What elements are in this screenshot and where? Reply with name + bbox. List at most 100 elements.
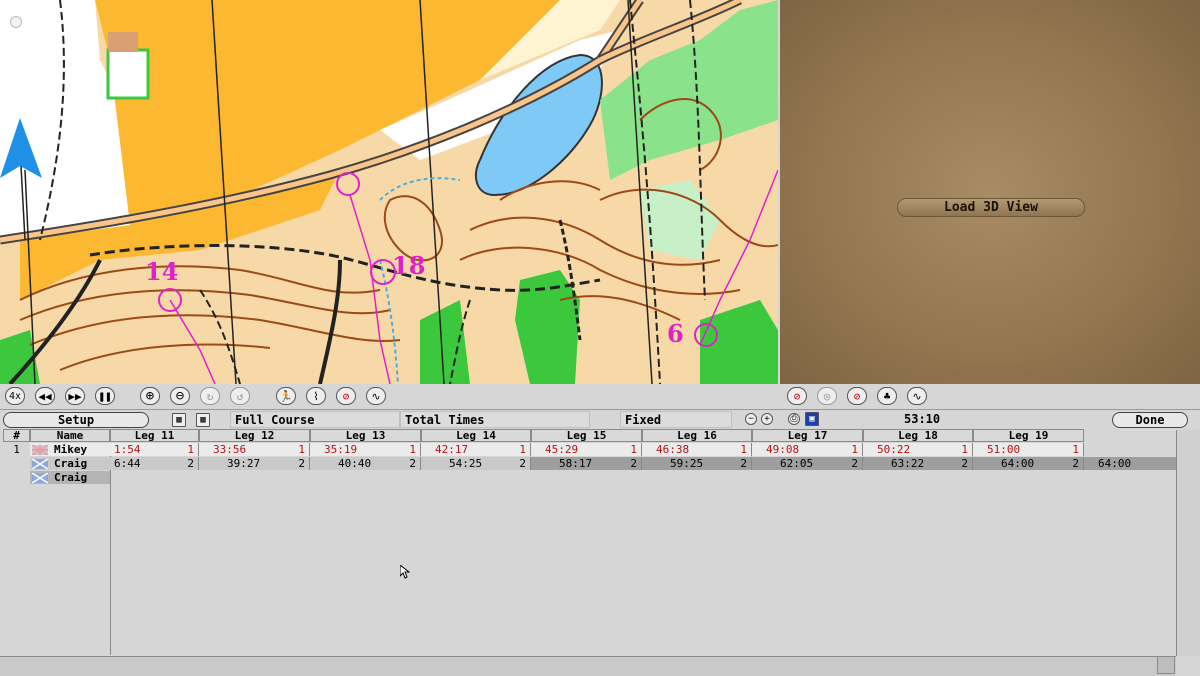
no-runner-icon[interactable]: ⊘ <box>787 387 807 405</box>
split-time: 62:05 <box>780 457 814 470</box>
split-time-cell[interactable]: 42:17 1 <box>421 443 531 456</box>
split-time: 58:17 <box>559 457 593 470</box>
setup-button[interactable]: Setup <box>3 412 149 428</box>
split-place: 1 <box>740 443 747 456</box>
split-time-cell[interactable]: 35:19 1 <box>310 443 421 456</box>
split-time-cell[interactable]: 39:27 2 <box>199 457 310 470</box>
split-time-cell[interactable]: 63:22 2 <box>863 457 973 470</box>
split-place: 1 <box>961 443 968 456</box>
split-place: 2 <box>1072 457 1079 470</box>
compass-icon[interactable] <box>10 16 22 28</box>
header-leg[interactable]: Leg 14 <box>421 429 531 442</box>
split-time-cell[interactable]: 33:56 1 <box>199 443 310 456</box>
split-time: 35:19 <box>324 443 358 456</box>
rotate-clockwise-icon[interactable]: ↻ <box>200 387 220 405</box>
no-route-icon[interactable]: ⊘ <box>847 387 867 405</box>
header-leg[interactable]: Leg 13 <box>310 429 421 442</box>
split-time-cell[interactable]: 54:25 2 <box>421 457 531 470</box>
route-icon[interactable]: ⌇ <box>306 387 326 405</box>
split-time: 42:17 <box>435 443 469 456</box>
control-label: 6 <box>667 319 684 348</box>
header-leg[interactable]: Leg 12 <box>199 429 310 442</box>
no-route-icon[interactable]: ⊘ <box>336 387 356 405</box>
finish-time: 64:00 <box>1084 457 1176 470</box>
times-selector[interactable]: Total Times <box>400 411 590 428</box>
split-place: 1 <box>1072 443 1079 456</box>
save-icon[interactable]: ▣ <box>805 412 819 426</box>
table-row[interactable]: Craig <box>30 457 110 470</box>
race-clock: 53:10 <box>904 412 941 426</box>
control-label: 18 <box>392 251 425 280</box>
grid-icon[interactable]: ▦ <box>172 413 186 427</box>
split-time: 49:08 <box>766 443 800 456</box>
split-time: 33:56 <box>213 443 247 456</box>
split-place: 1 <box>851 443 858 456</box>
competitor-name: Mikey <box>54 443 88 456</box>
speed-button[interactable]: 4x <box>5 387 25 405</box>
table-row[interactable]: Craig <box>30 471 110 484</box>
header-leg[interactable]: Leg 18 <box>863 429 973 442</box>
load-3d-view-button[interactable]: Load 3D View <box>897 198 1085 217</box>
scotland-flag-icon <box>32 473 48 483</box>
split-time-cell[interactable]: 49:08 1 <box>752 443 863 456</box>
split-time-cell[interactable]: 50:22 1 <box>863 443 973 456</box>
split-time: 40:40 <box>338 457 372 470</box>
control-label: 14 <box>145 257 178 286</box>
split-time-cell[interactable]: 51:00 1 <box>973 443 1084 456</box>
header-name[interactable]: Name <box>30 429 110 442</box>
split-time-cell[interactable]: 1:54 1 <box>110 443 199 456</box>
header-number[interactable]: # <box>3 429 30 442</box>
split-time: 45:29 <box>545 443 579 456</box>
mouse-cursor-icon <box>400 565 410 579</box>
split-time: 39:27 <box>227 457 261 470</box>
split-place: 1 <box>519 443 526 456</box>
runner-icon[interactable]: 🏃 <box>276 387 296 405</box>
scrollbar-corner <box>1157 656 1175 674</box>
pause-icon[interactable]: ❚❚ <box>95 387 115 405</box>
vertical-scrollbar[interactable] <box>1176 430 1200 656</box>
zoom-out-icon[interactable]: − <box>745 413 757 425</box>
map-toolbar <box>0 384 780 408</box>
split-time: 59:25 <box>670 457 704 470</box>
split-time: 51:00 <box>987 443 1021 456</box>
course-selector[interactable]: Full Course <box>230 411 400 428</box>
zoom-in-icon[interactable]: ⊕ <box>140 387 160 405</box>
mode-selector[interactable]: Fixed <box>620 411 732 428</box>
print-icon[interactable]: ⎙ <box>788 413 800 425</box>
orienteering-map[interactable]: 14 18 6 <box>0 0 778 384</box>
split-place: 2 <box>519 457 526 470</box>
header-leg[interactable]: Leg 16 <box>642 429 752 442</box>
header-leg[interactable]: Leg 11 <box>110 429 199 442</box>
split-time-cell[interactable]: 40:40 2 <box>310 457 421 470</box>
header-leg[interactable]: Leg 19 <box>973 429 1084 442</box>
split-time: 6:44 <box>114 457 141 470</box>
rotate-counterclockwise-icon[interactable]: ↺ <box>230 387 250 405</box>
split-time-cell[interactable]: 64:00 2 <box>973 457 1084 470</box>
zoom-out-icon[interactable]: ⊖ <box>170 387 190 405</box>
fast-forward-icon[interactable]: ▶▶ <box>65 387 85 405</box>
split-time-cell[interactable]: 46:38 1 <box>642 443 752 456</box>
split-time-cell[interactable]: 6:44 2 <box>110 457 199 470</box>
tree-icon[interactable]: ♣ <box>877 387 897 405</box>
split-time-cell[interactable]: 45:29 1 <box>531 443 642 456</box>
rewind-icon[interactable]: ◀◀ <box>35 387 55 405</box>
table-row[interactable]: Mikey <box>30 443 110 456</box>
split-place: 2 <box>187 457 194 470</box>
split-time-cell[interactable]: 62:05 2 <box>752 457 863 470</box>
competitor-name: Craig <box>54 471 88 484</box>
tail-icon[interactable]: ∿ <box>907 387 927 405</box>
split-place: 2 <box>409 457 416 470</box>
tail-icon[interactable]: ∿ <box>366 387 386 405</box>
zoom-in-icon[interactable]: + <box>761 413 773 425</box>
horizontal-scrollbar[interactable] <box>0 656 1176 676</box>
done-button[interactable]: Done <box>1112 412 1188 428</box>
competitor-name: Craig <box>54 457 88 470</box>
grid-icon[interactable]: ▦ <box>196 413 210 427</box>
split-place: 1 <box>187 443 194 456</box>
split-time-cell[interactable]: 59:25 2 <box>642 457 752 470</box>
split-time-cell[interactable]: 58:17 2 <box>531 457 642 470</box>
split-time: 46:38 <box>656 443 690 456</box>
header-leg[interactable]: Leg 15 <box>531 429 642 442</box>
header-leg[interactable]: Leg 17 <box>752 429 863 442</box>
camera-icon[interactable]: ◎ <box>817 387 837 405</box>
